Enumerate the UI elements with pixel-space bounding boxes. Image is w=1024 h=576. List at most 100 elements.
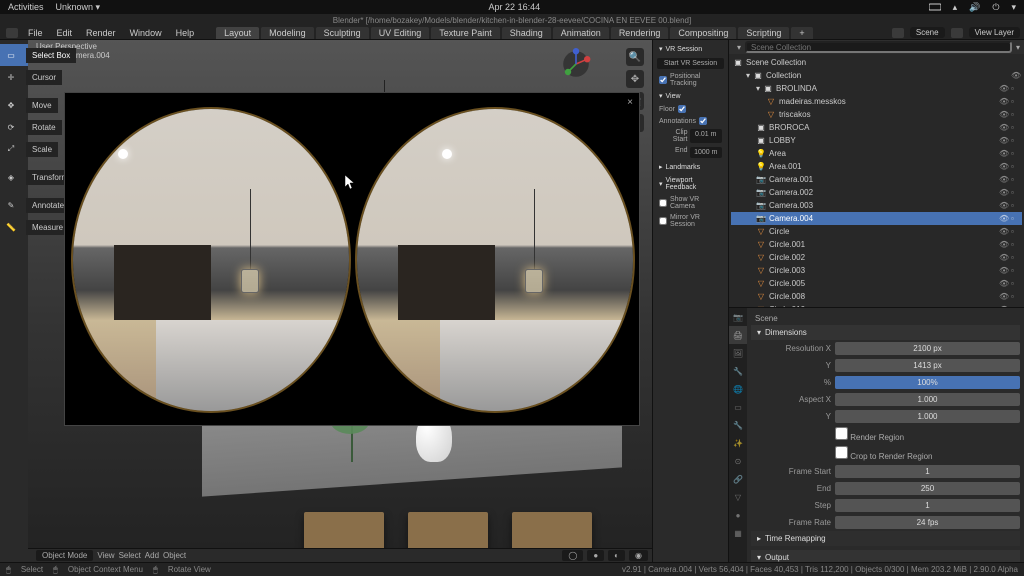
tool-rotate[interactable]: ⟳Rotate	[0, 116, 28, 138]
display-mode-dropdown[interactable]: ▾	[737, 43, 741, 52]
tool-transform[interactable]: ◈Transform	[0, 166, 28, 188]
tab-add[interactable]: +	[791, 27, 812, 39]
menu-select[interactable]: Select	[119, 551, 141, 560]
tab-constraints[interactable]: 🔗	[729, 470, 747, 488]
crop-region-checkbox[interactable]: Crop to Render Region	[835, 446, 933, 461]
nav-gizmo[interactable]	[560, 48, 592, 80]
zoom-icon[interactable]: 🔍	[626, 48, 644, 66]
tab-texpaint[interactable]: Texture Paint	[431, 27, 500, 39]
view-section-head[interactable]: ▾ View	[655, 89, 726, 103]
render-region-checkbox[interactable]: Render Region	[835, 427, 904, 442]
resolution-x-field[interactable]: 2100 px	[835, 342, 1020, 355]
tree-row[interactable]: ▽ madeiras.messkos👁▫	[731, 95, 1022, 108]
aspect-y-field[interactable]: 1.000	[835, 410, 1020, 423]
menu-window[interactable]: Window	[124, 27, 168, 39]
tree-row[interactable]: 📷 Camera.001👁▫	[731, 173, 1022, 186]
tab-data[interactable]: ▽	[729, 488, 747, 506]
time-remap-head[interactable]: ▸ Time Remapping	[751, 531, 1020, 546]
tab-compositing[interactable]: Compositing	[670, 27, 736, 39]
menu-view[interactable]: View	[97, 551, 114, 560]
scene-icon[interactable]	[892, 28, 904, 38]
tab-output[interactable]: 🖨	[729, 326, 747, 344]
tab-layout[interactable]: Layout	[216, 27, 259, 39]
tab-animation[interactable]: Animation	[553, 27, 609, 39]
tool-select-box[interactable]: ▭Select Box	[0, 44, 28, 66]
aspect-x-field[interactable]: 1.000	[835, 393, 1020, 406]
tree-row[interactable]: ▽ Circle👁▫	[731, 225, 1022, 238]
tab-modifiers[interactable]: 🔧	[729, 416, 747, 434]
tab-texture[interactable]: ▦	[729, 524, 747, 542]
resolution-y-field[interactable]: 1413 px	[835, 359, 1020, 372]
filter-icon[interactable]: ▾	[1016, 43, 1020, 52]
show-vr-camera-checkbox[interactable]: Show VR Camera	[659, 196, 722, 210]
mode-selector[interactable]: Object Mode	[36, 550, 93, 561]
frame-end-field[interactable]: 250	[835, 482, 1020, 495]
tab-scene[interactable]: 🔧	[729, 362, 747, 380]
vr-section-head[interactable]: ▾ VR Session	[655, 42, 726, 56]
tree-row[interactable]: 📷 Camera.004👁▫	[731, 212, 1022, 225]
frame-step-field[interactable]: 1	[835, 499, 1020, 512]
tree-row[interactable]: ▣ BROROCA👁▫	[731, 121, 1022, 134]
shading-solid[interactable]: ●	[587, 550, 604, 561]
tree-row[interactable]: ▽ Circle.001👁▫	[731, 238, 1022, 251]
tool-measure[interactable]: 📏Measure	[0, 216, 28, 238]
feedback-head[interactable]: ▾ Viewport Feedback	[655, 174, 726, 194]
tree-row[interactable]: ▾ ▣ BROLINDA👁▫	[731, 82, 1022, 95]
tab-material[interactable]: ●	[729, 506, 747, 524]
system-tray[interactable]: ▴ 🔊 ⏻ ▾	[929, 2, 1016, 13]
outliner[interactable]: ▾ ▾ ▣ Scene Collection▾ ▣ Collection👁▾ ▣…	[729, 40, 1024, 308]
tool-cursor[interactable]: ✛Cursor	[0, 66, 28, 88]
landmarks-head[interactable]: ▸ Landmarks	[655, 160, 726, 174]
tab-uv[interactable]: UV Editing	[371, 27, 430, 39]
tab-physics[interactable]: ⊙	[729, 452, 747, 470]
clip-end-field[interactable]: 1000 m	[690, 147, 723, 158]
tree-row[interactable]: 💡 Area👁▫	[731, 147, 1022, 160]
viewlayer-selector[interactable]: View Layer	[969, 27, 1020, 38]
tab-sculpting[interactable]: Sculpting	[316, 27, 369, 39]
tab-modeling[interactable]: Modeling	[261, 27, 314, 39]
menu-edit[interactable]: Edit	[51, 27, 79, 39]
shading-matprev[interactable]: ◐	[608, 550, 625, 561]
tree-row[interactable]: ▽ Circle.003👁▫	[731, 264, 1022, 277]
move-view-icon[interactable]: ✥	[626, 70, 644, 88]
tree-row[interactable]: ▣ Scene Collection	[731, 56, 1022, 69]
menu-file[interactable]: File	[22, 27, 49, 39]
annotations-checkbox[interactable]: Annotations	[659, 117, 722, 125]
tool-annotate[interactable]: ✎Annotate	[0, 194, 28, 216]
tool-move[interactable]: ✥Move	[0, 94, 28, 116]
close-icon[interactable]: ×	[627, 97, 633, 108]
tree-row[interactable]: 💡 Area.001👁▫	[731, 160, 1022, 173]
output-head[interactable]: ▾ Output	[751, 550, 1020, 562]
tree-row[interactable]: 📷 Camera.002👁▫	[731, 186, 1022, 199]
start-vr-button[interactable]: Start VR Session	[657, 58, 724, 69]
floor-checkbox[interactable]: Floor	[659, 105, 722, 113]
tab-shading[interactable]: Shading	[502, 27, 551, 39]
app-menu[interactable]: Unknown ▾	[56, 2, 101, 13]
tree-row[interactable]: ▣ LOBBY👁▫	[731, 134, 1022, 147]
shading-wireframe[interactable]: ◯	[562, 550, 583, 561]
positional-tracking-checkbox[interactable]: Positional Tracking	[659, 73, 722, 87]
frame-start-field[interactable]: 1	[835, 465, 1020, 478]
tree-row[interactable]: ▽ triscakos👁▫	[731, 108, 1022, 121]
tool-scale[interactable]: ⤢Scale	[0, 138, 28, 160]
tab-world[interactable]: 🌐	[729, 380, 747, 398]
viewlayer-icon[interactable]	[951, 28, 963, 38]
menu-help[interactable]: Help	[170, 27, 201, 39]
activities-button[interactable]: Activities	[8, 2, 44, 12]
tree-row[interactable]: ▽ Circle.002👁▫	[731, 251, 1022, 264]
dimensions-head[interactable]: ▾ Dimensions	[751, 325, 1020, 340]
tree-row[interactable]: ▽ Circle.008👁▫	[731, 290, 1022, 303]
tab-object[interactable]: ▭	[729, 398, 747, 416]
tree-row[interactable]: 📷 Camera.003👁▫	[731, 199, 1022, 212]
tab-rendering[interactable]: Rendering	[611, 27, 669, 39]
scene-selector[interactable]: Scene	[910, 27, 945, 38]
frame-rate-field[interactable]: 24 fps	[835, 516, 1020, 529]
menu-add[interactable]: Add	[145, 551, 159, 560]
menu-render[interactable]: Render	[80, 27, 122, 39]
viewport-3d[interactable]: User Perspective (1) VR | Camera.004 🔍 ✥…	[28, 40, 652, 562]
vr-mirror-window[interactable]: ×	[64, 92, 640, 426]
blender-icon[interactable]	[6, 28, 18, 38]
tab-viewlayer[interactable]: 🖼	[729, 344, 747, 362]
mirror-vr-checkbox[interactable]: Mirror VR Session	[659, 214, 722, 228]
shading-rendered[interactable]: ◉	[629, 550, 648, 561]
